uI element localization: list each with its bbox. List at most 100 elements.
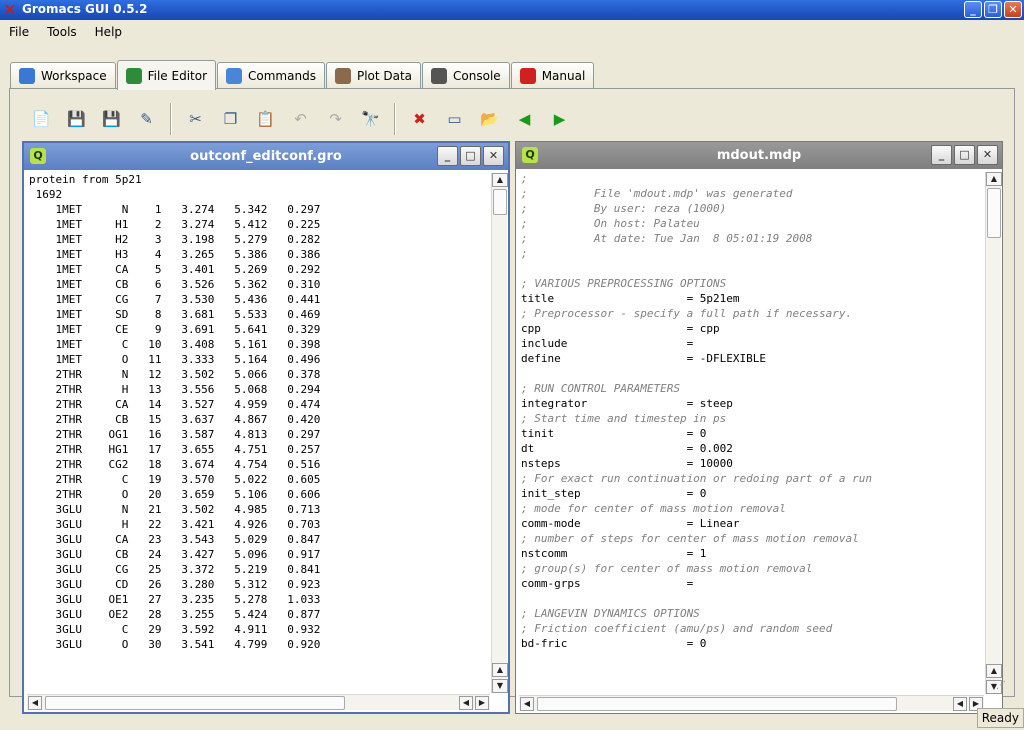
text-editor[interactable]: ; ; File 'mdout.mdp' was generated ; By us… [519,171,984,694]
folder-icon [19,68,35,84]
editor-line: ; RUN CONTROL PARAMETERS [521,382,680,395]
vertical-scrollbar[interactable]: ▲ ▲ ▼ [491,173,508,693]
tab-console[interactable]: Console [422,62,510,89]
cut-icon: ✂ [189,110,202,128]
copy-button[interactable]: ❐ [216,104,246,134]
editor-line: 2THR N 12 3.502 5.066 0.378 [29,368,321,381]
menu-file[interactable]: File [0,22,38,44]
open-file-button[interactable]: 💾 [62,104,92,134]
pane-title-bar[interactable]: Q mdout.mdp _ □ ✕ [516,142,1002,169]
editor-line: 1MET CA 5 3.401 5.269 0.292 [29,263,321,276]
tab-commands[interactable]: Commands [217,62,325,89]
editor-line: ; Friction coefficient (amu/ps) and rand… [521,622,833,635]
pane-maximize-button[interactable]: □ [954,145,975,165]
toolbar-separator [170,103,172,135]
editor-line: 2THR O 20 3.659 5.106 0.606 [29,488,321,501]
editor-line: ; [521,247,528,260]
editor-line: ; mode for center of mass motion removal [521,502,786,515]
editor-line: 2THR CG2 18 3.674 4.754 0.516 [29,458,321,471]
tab-workspace[interactable]: Workspace [10,62,116,89]
editor-line: 2THR H 13 3.556 5.068 0.294 [29,383,321,396]
find-button[interactable]: 🔭 [356,104,386,134]
redo-icon: ↷ [329,110,342,128]
scroll-down-arrow-icon[interactable]: ▼ [492,679,508,693]
scroll-up-arrow-icon[interactable]: ▲ [492,173,508,187]
editor-line: define = -DFLEXIBLE [521,352,767,365]
tab-bar: Workspace File Editor Commands Plot Data Con… [10,60,595,90]
open-folder-button[interactable]: 📂 [475,104,505,134]
pane-minimize-button[interactable]: _ [931,145,952,165]
editor-pane-right[interactable]: Q mdout.mdp _ □ ✕ ; ; File 'mdout.mdp' wa… [515,141,1003,714]
editor-line: nstcomm = 1 [521,547,707,560]
text-editor[interactable]: protein from 5p21 1692 1MET N 1 3.274 5.… [27,172,490,693]
tab-label: Manual [541,69,586,83]
minimize-button[interactable]: _ [964,1,982,18]
vertical-scrollbar[interactable]: ▲ ▲ ▼ [985,172,1002,694]
editor-line: ; LANGEVIN DYNAMICS OPTIONS [521,607,700,620]
editor-line: 2THR CB 15 3.637 4.867 0.420 [29,413,321,426]
undo-button[interactable]: ↶ [286,104,316,134]
editor-line: 2THR C 19 3.570 5.022 0.605 [29,473,321,486]
menu-help[interactable]: Help [86,22,131,44]
save-as-icon: ✎ [140,110,153,128]
pane-close-button[interactable]: ✕ [977,145,998,165]
scroll-thumb[interactable] [987,188,1001,238]
document-icon: Q [522,147,538,163]
close-window-button[interactable]: ✕ [1004,1,1022,18]
editor-line: nsteps = 10000 [521,457,733,470]
editor-line: 3GLU O 30 3.541 4.799 0.920 [29,638,321,651]
tab-label: Plot Data [356,69,413,83]
new-file-button[interactable]: 📄 [27,104,57,134]
editor-line: init_step = 0 [521,487,707,500]
editor-line: 1MET CG 7 3.530 5.436 0.441 [29,293,321,306]
tab-manual[interactable]: Manual [510,62,595,89]
editor-line: 1MET SD 8 3.681 5.533 0.469 [29,308,321,321]
editor-line: 1692 [29,188,63,201]
title-bar: ✕ Gromacs GUI 0.5.2 _ ❐ ✕ [0,0,1024,20]
lifebuoy-icon [519,68,536,84]
forward-arrow-button[interactable]: ▶ [545,104,575,134]
editor-pane-left[interactable]: Q outconf_editconf.gro _ □ ✕ protein fro… [22,141,510,714]
close-file-button[interactable]: ✖ [405,104,435,134]
scroll-thumb[interactable] [493,189,507,215]
open-folder-icon: 📂 [480,110,499,128]
book-icon [125,67,142,84]
scroll-up-arrow-icon[interactable]: ▲ [986,172,1002,186]
pane-close-button[interactable]: ✕ [483,146,504,166]
split-button[interactable]: ▭ [440,104,470,134]
resize-grip-icon[interactable]: ⋰ [996,680,1008,692]
forward-arrow-icon: ▶ [553,110,566,128]
editor-line: 3GLU OE1 27 3.235 5.278 1.033 [29,593,321,606]
save-button[interactable]: 💾 [97,104,127,134]
save-icon: 💾 [102,110,121,128]
pane-maximize-button[interactable]: □ [460,146,481,166]
cut-button[interactable]: ✂ [181,104,211,134]
back-arrow-button[interactable]: ◀ [510,104,540,134]
status-bar: Ready [0,706,1024,730]
split-icon: ▭ [447,110,462,128]
editor-line: 1MET H3 4 3.265 5.386 0.386 [29,248,321,261]
editor-line: bd-fric = 0 [521,637,707,650]
tab-file-editor[interactable]: File Editor [116,60,217,90]
pane-title-bar[interactable]: Q outconf_editconf.gro _ □ ✕ [24,143,508,170]
save-as-button[interactable]: ✎ [132,104,162,134]
menu-tools[interactable]: Tools [38,22,86,44]
editor-line: comm-grps = [521,577,694,590]
tab-label: Commands [248,69,316,83]
tab-plot-data[interactable]: Plot Data [325,62,422,89]
paste-button[interactable]: 📋 [251,104,281,134]
document-icon: Q [30,148,46,164]
editor-line: ; For exact run continuation or redoing … [521,472,872,485]
maximize-button[interactable]: ❐ [984,1,1002,18]
scroll-up-arrow-icon[interactable]: ▲ [492,663,508,677]
tab-label: Workspace [41,69,107,83]
scroll-up-arrow-icon[interactable]: ▲ [986,664,1002,678]
editor-line: 1MET N 1 3.274 5.342 0.297 [29,203,321,216]
copy-icon: ❐ [223,110,238,128]
editor-line: 3GLU CB 24 3.427 5.096 0.917 [29,548,321,561]
redo-button[interactable]: ↷ [321,104,351,134]
pane-minimize-button[interactable]: _ [437,146,458,166]
editor-line: 2THR HG1 17 3.655 4.751 0.257 [29,443,321,456]
editor-line: 1MET O 11 3.333 5.164 0.496 [29,353,321,366]
